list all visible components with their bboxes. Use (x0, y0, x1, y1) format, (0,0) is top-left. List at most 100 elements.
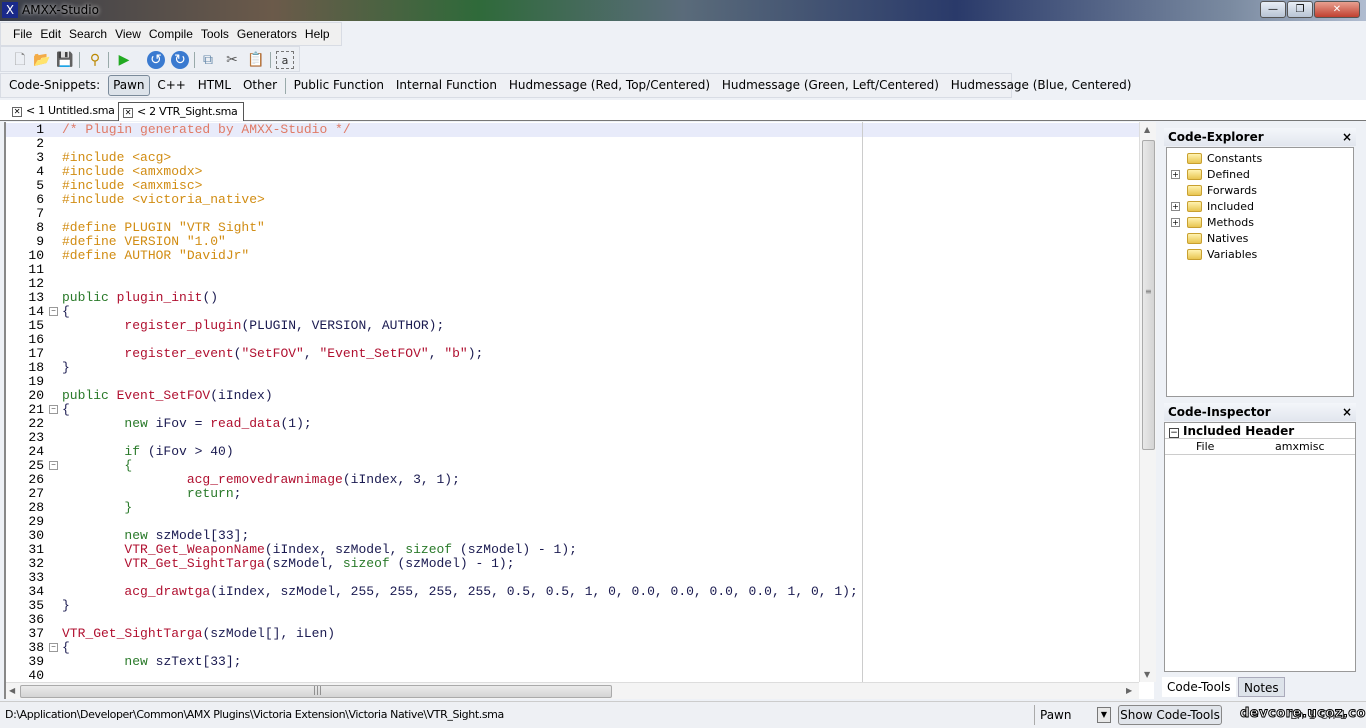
undo-icon[interactable]: ↺ (147, 51, 165, 69)
code-line[interactable]: 22 new iFov = read_data(1); (6, 417, 1141, 431)
code-line[interactable]: 16 (6, 333, 1141, 347)
collapse-icon[interactable]: − (1169, 428, 1179, 438)
scroll-left-icon[interactable]: ◀ (9, 686, 15, 695)
code-line[interactable]: 13 public plugin_init() (6, 291, 1141, 305)
code-line[interactable]: 38−{ (6, 641, 1141, 655)
open-folder-icon[interactable]: 📂 (33, 51, 51, 69)
snippet-lang-html[interactable]: HTML (194, 74, 235, 97)
code-line[interactable]: 7 (6, 207, 1141, 221)
tab-vtr-sight[interactable]: ✕< 2 VTR_Sight.sma > (118, 102, 244, 135)
search-icon[interactable]: ⚲ (86, 51, 104, 69)
code-line[interactable]: 25− { (6, 459, 1141, 473)
horizontal-scroll-thumb[interactable]: ||| (20, 685, 612, 698)
code-line[interactable]: 6 #include <victoria_native> (6, 193, 1141, 207)
chevron-down-icon[interactable]: ▼ (1097, 707, 1111, 723)
snippet-lang-pawn[interactable]: Pawn (108, 75, 150, 96)
code-line[interactable]: 1 /* Plugin generated by AMXX-Studio */ (6, 123, 1141, 137)
new-file-icon[interactable]: 🗋 (11, 51, 29, 69)
redo-icon[interactable]: ↻ (171, 51, 189, 69)
code-line[interactable]: 23 (6, 431, 1141, 445)
code-line[interactable]: 18} (6, 361, 1141, 375)
code-line[interactable]: 2 (6, 137, 1141, 151)
menu-compile[interactable]: Compile (145, 23, 197, 45)
expand-icon[interactable]: + (1171, 202, 1180, 211)
code-line[interactable]: 30 new szModel[33]; (6, 529, 1141, 543)
code-line[interactable]: 29 (6, 515, 1141, 529)
snippet-hudmessage-red[interactable]: Hudmessage (Red, Top/Centered) (505, 74, 714, 97)
show-code-tools-button[interactable]: Show Code-Tools (1118, 705, 1222, 725)
vertical-scroll-thumb[interactable]: ≡ (1142, 140, 1155, 450)
code-line[interactable]: 37 VTR_Get_SightTarga(szModel[], iLen) (6, 627, 1141, 641)
snippet-internal-function[interactable]: Internal Function (392, 74, 501, 97)
code-area[interactable]: 1/* Plugin generated by AMXX-Studio */2 3… (6, 122, 1141, 682)
save-icon[interactable]: 💾 (56, 51, 74, 69)
snippet-hudmessage-blue[interactable]: Hudmessage (Blue, Centered) (947, 74, 1136, 97)
tab-untitled[interactable]: ✕< 1 Untitled.sma > (8, 102, 116, 134)
code-line[interactable]: 40 (6, 669, 1141, 683)
code-line[interactable]: 9 #define VERSION "1.0" (6, 235, 1141, 249)
snippet-public-function[interactable]: Public Function (290, 74, 388, 97)
close-button[interactable]: ✕ (1314, 1, 1360, 18)
code-line[interactable]: 4 #include <amxmodx> (6, 165, 1141, 179)
fold-icon[interactable]: − (49, 307, 58, 316)
code-line[interactable]: 17 register_event("SetFOV", "Event_SetFO… (6, 347, 1141, 361)
code-line[interactable]: 19 (6, 375, 1141, 389)
code-line[interactable]: 26 acg_removedrawnimage(iIndex, 3, 1); (6, 473, 1141, 487)
menu-search[interactable]: Search (65, 23, 111, 45)
tab-notes[interactable]: Notes (1238, 677, 1285, 697)
snippet-lang-other[interactable]: Other (239, 74, 281, 97)
menu-file[interactable]: File (9, 23, 36, 45)
code-line[interactable]: 31 VTR_Get_WeaponName(iIndex, szModel, s… (6, 543, 1141, 557)
expand-icon[interactable]: + (1171, 218, 1180, 227)
code-line[interactable]: 28 } (6, 501, 1141, 515)
code-editor[interactable]: 1/* Plugin generated by AMXX-Studio */2 3… (4, 122, 1156, 699)
scroll-down-icon[interactable]: ▼ (1144, 670, 1150, 679)
code-line[interactable]: 12 (6, 277, 1141, 291)
scroll-right-icon[interactable]: ▶ (1126, 686, 1132, 695)
fold-icon[interactable]: − (49, 643, 58, 652)
code-line[interactable]: 3 #include <acg> (6, 151, 1141, 165)
code-line[interactable]: 14−{ (6, 305, 1141, 319)
expand-icon[interactable]: + (1171, 170, 1180, 179)
menu-tools[interactable]: Tools (197, 23, 233, 45)
paste-icon[interactable]: 📋 (247, 51, 265, 69)
code-line[interactable]: 33 (6, 571, 1141, 585)
scroll-up-icon[interactable]: ▲ (1144, 125, 1150, 134)
menu-help[interactable]: Help (301, 23, 334, 45)
code-line[interactable]: 34 acg_drawtga(iIndex, szModel, 255, 255… (6, 585, 1141, 599)
code-line[interactable]: 11 (6, 263, 1141, 277)
code-line[interactable]: 8 #define PLUGIN "VTR Sight" (6, 221, 1141, 235)
code-line[interactable]: 20 public Event_SetFOV(iIndex) (6, 389, 1141, 403)
code-line[interactable]: 36 (6, 613, 1141, 627)
code-line[interactable]: 39 new szText[33]; (6, 655, 1141, 669)
inspector-section[interactable]: − Included Header (1165, 423, 1355, 439)
code-line[interactable]: 24 if (iFov > 40) (6, 445, 1141, 459)
fold-icon[interactable]: − (49, 461, 58, 470)
close-icon[interactable]: × (1342, 403, 1352, 421)
close-icon[interactable]: × (1342, 128, 1352, 146)
code-line[interactable]: 5 #include <amxmisc> (6, 179, 1141, 193)
code-line[interactable]: 35} (6, 599, 1141, 613)
code-line[interactable]: 10 #define AUTHOR "DavidJr" (6, 249, 1141, 263)
copy-icon[interactable]: ⧉ (199, 51, 217, 69)
fold-icon[interactable]: − (49, 405, 58, 414)
close-tab-icon[interactable]: ✕ (123, 108, 133, 118)
menu-view[interactable]: View (111, 23, 145, 45)
compile-run-icon[interactable]: ▶ (115, 51, 133, 69)
snippet-lang-cpp[interactable]: C++ (153, 74, 190, 97)
maximize-button[interactable]: ❐ (1287, 1, 1313, 18)
horizontal-scrollbar[interactable]: ◀ ||| ▶ (6, 682, 1139, 699)
tab-code-tools[interactable]: Code-Tools (1162, 677, 1236, 697)
snippet-hudmessage-green[interactable]: Hudmessage (Green, Left/Centered) (718, 74, 943, 97)
vertical-scrollbar[interactable]: ▲ ≡ ▼ (1139, 122, 1156, 682)
close-tab-icon[interactable]: ✕ (12, 107, 22, 117)
code-line[interactable]: 21−{ (6, 403, 1141, 417)
code-line[interactable]: 27 return; (6, 487, 1141, 501)
cut-icon[interactable]: ✂ (223, 51, 241, 69)
minimize-button[interactable]: — (1260, 1, 1286, 18)
menu-edit[interactable]: Edit (36, 23, 65, 45)
language-select[interactable]: Pawn ▼ (1040, 705, 1112, 725)
menu-generators[interactable]: Generators (233, 23, 301, 45)
code-line[interactable]: 32 VTR_Get_SightTarga(szModel, sizeof (s… (6, 557, 1141, 571)
select-all-icon[interactable]: a (276, 51, 294, 69)
